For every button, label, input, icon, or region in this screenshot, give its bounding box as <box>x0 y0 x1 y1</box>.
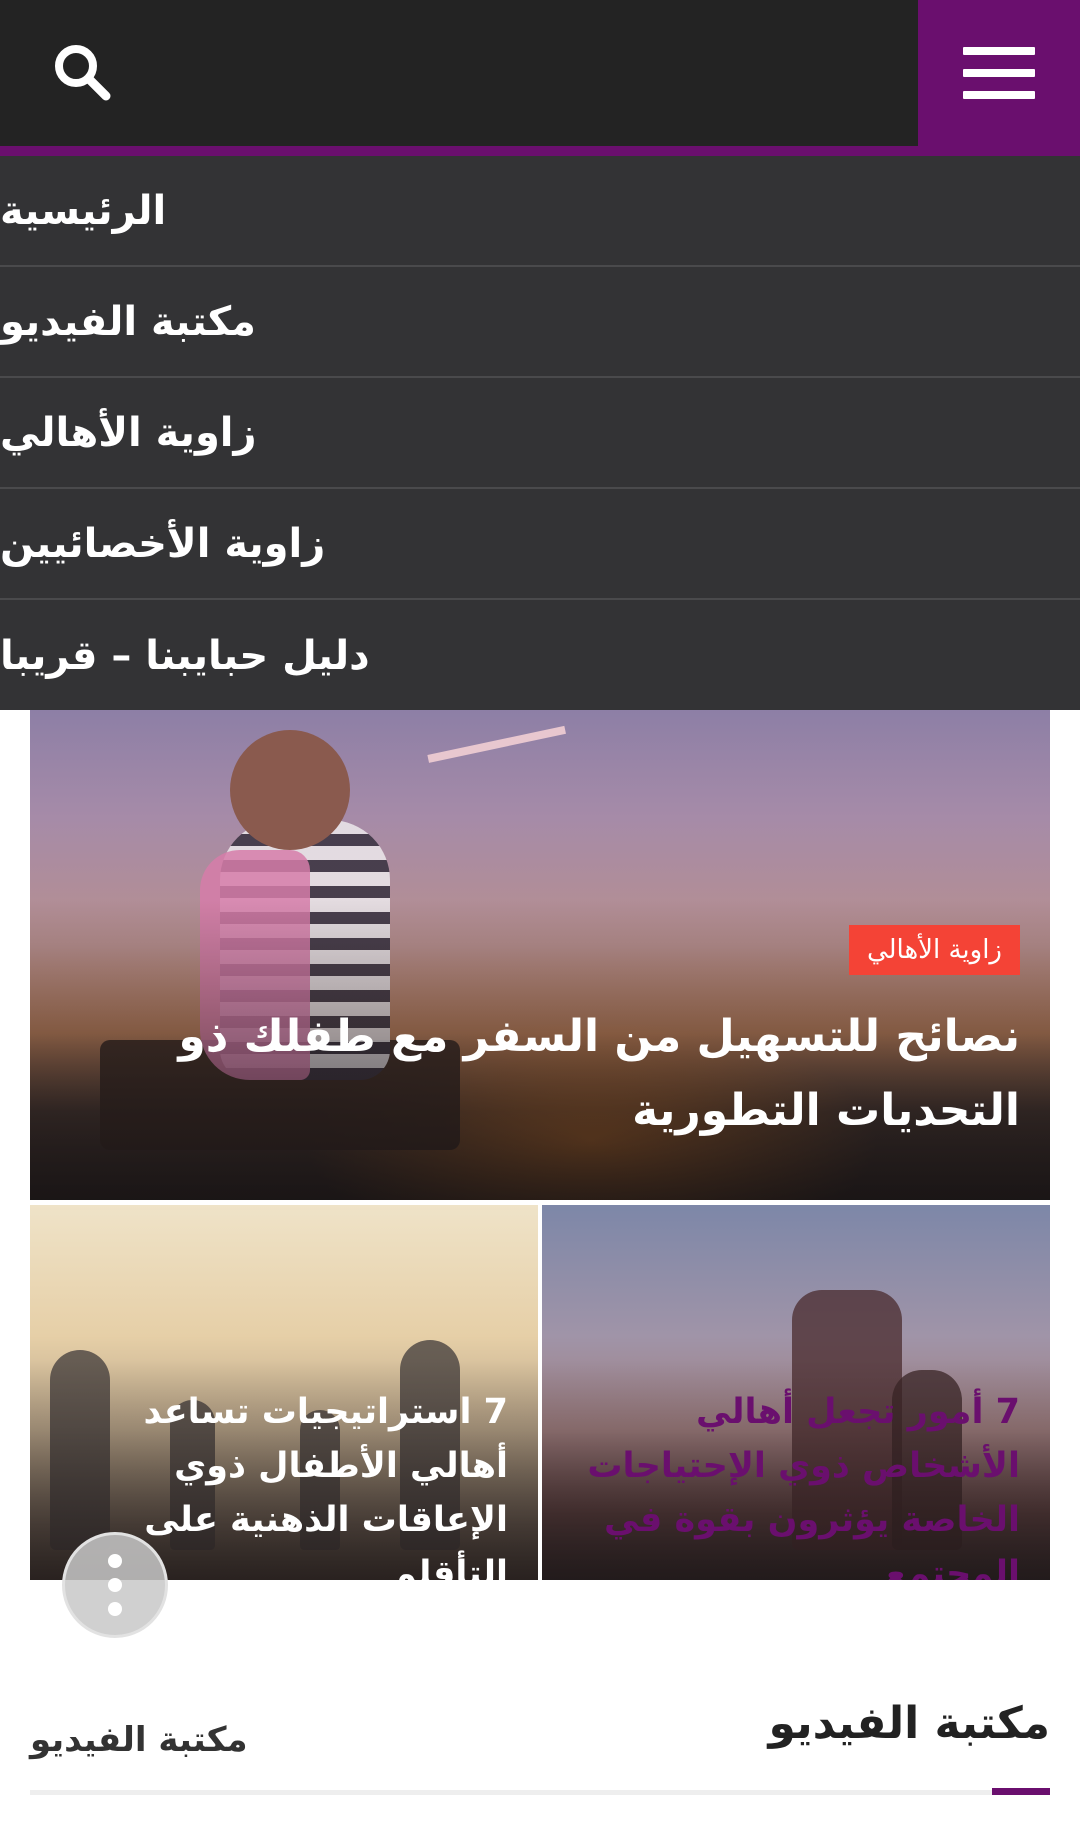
nav-item-video-library[interactable]: مكتبة الفيديو <box>0 267 1080 378</box>
hero-article[interactable]: زاوية الأهالي نصائح للتسهيل من السفر مع … <box>30 710 1050 1200</box>
hero-image-toy-plane <box>427 725 573 795</box>
top-header <box>0 0 1080 150</box>
hero-image-head <box>230 730 350 850</box>
hero-article-title[interactable]: نصائح للتسهيل من السفر مع طفلك ذو التحدي… <box>120 1000 1020 1148</box>
hamburger-icon <box>963 47 1035 99</box>
more-vertical-icon <box>108 1554 122 1568</box>
section-divider <box>30 1790 1050 1795</box>
article-card[interactable]: 7 أمور تجعل أهالي الأشخاص ذوي الإحتياجات… <box>542 1205 1050 1580</box>
search-button[interactable] <box>50 40 116 106</box>
nav-item-guide-coming-soon[interactable]: دليل حبايبنا – قريبا <box>0 600 1080 711</box>
category-badge[interactable]: زاوية الأهالي <box>848 925 1020 975</box>
article-card[interactable]: 7 استراتيجيات تساعد أهالي الأطفال ذوي ال… <box>30 1205 538 1580</box>
article-card-title[interactable]: 7 أمور تجعل أهالي الأشخاص ذوي الإحتياجات… <box>560 1385 1020 1580</box>
search-icon <box>55 45 111 101</box>
nav-item-specialists-corner[interactable]: زاوية الأخصائيين <box>0 489 1080 600</box>
menu-button[interactable] <box>918 0 1080 146</box>
section-title: مكتبة الفيديو <box>768 1698 1050 1749</box>
nav-item-parents-corner[interactable]: زاوية الأهالي <box>0 378 1080 489</box>
header-accent-bar <box>0 146 1080 156</box>
more-options-button[interactable] <box>62 1532 168 1638</box>
more-vertical-icon-dot <box>108 1602 122 1616</box>
section-more-link[interactable]: مكتبة الفيديو <box>30 1720 248 1760</box>
dropdown-nav-menu: الرئيسية مكتبة الفيديو زاوية الأهالي زاو… <box>0 156 1080 710</box>
nav-item-home[interactable]: الرئيسية <box>0 156 1080 267</box>
section-divider-accent <box>992 1788 1050 1795</box>
more-vertical-icon-dot <box>108 1578 122 1592</box>
